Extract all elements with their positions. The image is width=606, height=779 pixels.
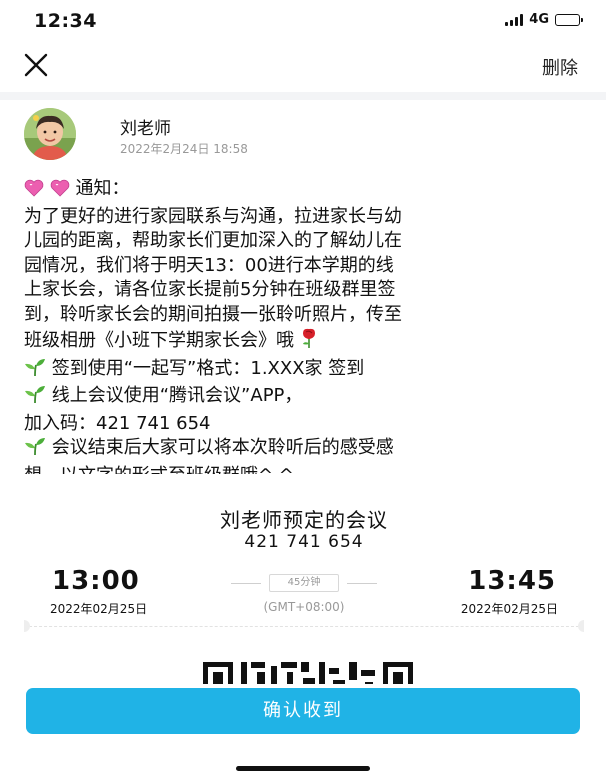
confirm-received-button[interactable]: 确认收到 xyxy=(26,688,580,734)
author-header: 刘老师 2022年2月24日 18:58 xyxy=(24,108,584,160)
bullet-text: 线上会议使用“腾讯会议”APP， xyxy=(51,385,303,406)
home-indicator xyxy=(236,766,370,771)
bullet-feedback: 会议结束后大家可以将本次聆听后的感受感 xyxy=(24,436,584,464)
end-time: 13:45 xyxy=(468,566,556,596)
close-icon[interactable] xyxy=(22,51,50,79)
sprout-icon xyxy=(24,436,46,464)
rose-icon xyxy=(300,327,318,357)
ticket-notch xyxy=(578,620,584,632)
bullet-meeting-app: 线上会议使用“腾讯会议”APP， xyxy=(24,384,584,412)
duration-line xyxy=(231,583,261,584)
section-divider xyxy=(0,92,606,100)
join-code: 加入码：421 741 654 xyxy=(24,412,211,434)
heart-icon xyxy=(24,179,44,205)
qr-code xyxy=(195,656,421,684)
nav-bar: 删除 xyxy=(0,44,606,88)
ticket-notch xyxy=(24,620,30,632)
content-line-with-rose: 班级相册《小班下学期家长会》哦 xyxy=(24,327,584,357)
bullet-text: 会议结束后大家可以将本次聆听后的感受感 xyxy=(51,437,394,458)
sprout-icon xyxy=(24,384,46,412)
content-line: 儿园的距离，帮助家长们更加深入的了解幼儿在 xyxy=(24,230,402,251)
meeting-title: 刘老师预定的会议 xyxy=(220,508,388,532)
content-line: 到，聆听家长会的期间拍摄一张聆听照片，传至 xyxy=(24,303,402,325)
notice-heading: 通知： xyxy=(24,177,584,205)
notice-label: 通知： xyxy=(75,178,130,199)
content-line: 班级相册《小班下学期家长会》哦 xyxy=(24,330,294,351)
status-indicators: 4G xyxy=(505,12,583,27)
network-type: 4G xyxy=(529,12,549,27)
end-date: 2022年02月25日 xyxy=(460,602,558,616)
start-time: 13:00 xyxy=(52,566,140,596)
status-time: 12:34 xyxy=(34,10,97,32)
status-bar: 12:34 4G xyxy=(0,0,606,44)
author-name: 刘老师 xyxy=(120,119,171,139)
duration-line xyxy=(347,583,377,584)
bullet-signin: 签到使用“一起写”格式：1.XXX家 签到 xyxy=(24,357,584,385)
delete-button[interactable]: 删除 xyxy=(542,54,578,80)
content-line: 上家长会，请各位家长提前5分钟在班级群里签 xyxy=(24,279,396,300)
duration-badge: 45分钟 xyxy=(269,574,339,592)
post-date: 2022年2月24日 18:58 xyxy=(120,142,248,156)
ticket-divider xyxy=(24,626,584,627)
notice-content: 通知： 为了更好的进行家园联系与沟通，拉进家长与幼 儿园的距离，帮助家长们更加深… xyxy=(24,177,584,488)
bullet-text: 签到使用“一起写”格式：1.XXX家 签到 xyxy=(51,357,365,379)
meeting-card[interactable]: 刘老师预定的会议 421 741 654 13:00 13:45 45分钟 20… xyxy=(24,474,584,684)
signal-icon xyxy=(505,13,524,26)
battery-icon xyxy=(555,13,583,26)
sprout-icon xyxy=(24,357,46,385)
content-line: 为了更好的进行家园联系与沟通，拉进家长与幼 xyxy=(24,205,402,227)
meeting-id: 421 741 654 xyxy=(244,532,364,552)
content-line: 园情况，我们将于明天13：00进行本学期的线 xyxy=(24,254,394,276)
heart-icon xyxy=(50,179,70,205)
avatar[interactable] xyxy=(24,108,76,160)
